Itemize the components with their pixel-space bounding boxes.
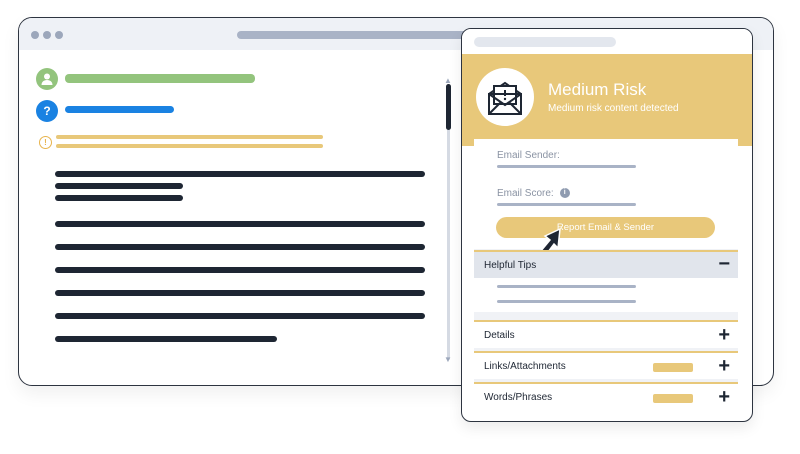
warning-icon: ! <box>39 136 52 149</box>
warning-banner-line <box>56 144 323 148</box>
email-sender-value <box>497 165 636 168</box>
links-attachments-label: Links/Attachments <box>484 361 566 372</box>
details-label: Details <box>484 330 515 341</box>
links-count-badge <box>653 363 693 372</box>
window-dot[interactable] <box>43 31 51 39</box>
words-phrases-label: Words/Phrases <box>484 392 553 403</box>
scrollbar-track[interactable] <box>447 90 450 360</box>
body-text-line <box>55 313 425 319</box>
body-text-line <box>55 244 425 250</box>
email-score-label: Email Score: i <box>497 188 570 199</box>
panel-title-placeholder <box>474 37 616 47</box>
body-text-line <box>55 171 425 177</box>
risk-level-subtitle: Medium risk content detected <box>548 103 679 114</box>
envelope-alert-icon <box>476 68 534 126</box>
body-text-line <box>55 267 425 273</box>
body-text-line <box>55 336 277 342</box>
email-sender-label: Email Sender: <box>497 150 560 161</box>
links-attachments-section[interactable]: Links/Attachments + <box>474 351 738 379</box>
plus-icon[interactable]: + <box>718 356 730 376</box>
recipient-placeholder <box>65 106 174 113</box>
user-icon <box>36 68 58 90</box>
email-score-value <box>497 203 636 206</box>
risk-level-title: Medium Risk <box>548 80 647 99</box>
phishing-risk-panel: Medium Risk Medium risk content detected… <box>461 28 753 422</box>
plus-icon[interactable]: + <box>718 325 730 345</box>
plus-icon[interactable]: + <box>718 387 730 407</box>
minus-icon[interactable]: − <box>718 254 730 274</box>
details-section[interactable]: Details + <box>474 320 738 348</box>
email-info-card: Email Sender: Email Score: i Report Email… <box>474 139 738 257</box>
body-text-line <box>55 195 183 201</box>
helpful-tips-content <box>474 278 738 312</box>
tip-line <box>497 285 636 288</box>
tip-line <box>497 300 636 303</box>
email-score-label-text: Email Score: <box>497 188 554 199</box>
help-icon[interactable]: ? <box>36 100 58 122</box>
body-text-line <box>55 221 425 227</box>
sender-name-placeholder <box>65 74 255 83</box>
panel-body: Email Sender: Email Score: i Report Email… <box>474 139 738 411</box>
helpful-tips-header[interactable]: Helpful Tips − <box>474 250 738 278</box>
window-dot[interactable] <box>55 31 63 39</box>
scroll-down-arrow[interactable]: ▼ <box>444 355 452 364</box>
words-count-badge <box>653 394 693 403</box>
body-text-line <box>55 290 425 296</box>
report-email-button[interactable]: Report Email & Sender <box>496 217 715 238</box>
warning-banner-line <box>56 135 323 139</box>
window-dot[interactable] <box>31 31 39 39</box>
helpful-tips-label: Helpful Tips <box>484 260 537 271</box>
words-phrases-section[interactable]: Words/Phrases + <box>474 382 738 411</box>
scrollbar-thumb[interactable] <box>446 84 451 130</box>
body-text-line <box>55 183 183 189</box>
panel-top-bar <box>462 29 752 54</box>
info-icon[interactable]: i <box>559 188 570 199</box>
